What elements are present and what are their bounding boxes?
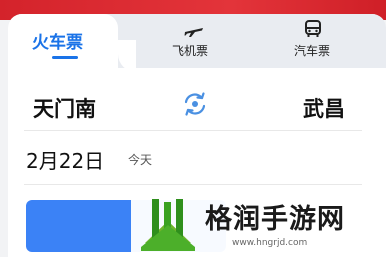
divider (24, 130, 362, 131)
tab-train[interactable]: 火车票 (8, 14, 136, 72)
arrival-station[interactable]: 武昌 (303, 93, 345, 123)
departure-date[interactable]: 2月22日 (26, 145, 104, 174)
date-day-label: 今天 (128, 153, 153, 167)
divider (24, 184, 362, 185)
bus-icon (305, 20, 321, 37)
tab-train-label: 火车票 (32, 33, 83, 53)
airplane-icon (184, 28, 203, 37)
watermark-logo-icon (141, 199, 195, 251)
departure-station[interactable]: 天门南 (33, 93, 96, 123)
tab-active-indicator (52, 56, 78, 59)
tab-bus[interactable]: 汽车票 (280, 14, 360, 68)
watermark-url: www.hngrjd.com (232, 238, 308, 248)
tab-flight-label: 飞机票 (172, 44, 209, 58)
tab-bus-label: 汽车票 (294, 44, 331, 58)
tab-flight[interactable]: 飞机票 (158, 14, 238, 68)
watermark-title: 格润手游网 (205, 204, 345, 235)
swap-icon[interactable] (180, 89, 210, 119)
